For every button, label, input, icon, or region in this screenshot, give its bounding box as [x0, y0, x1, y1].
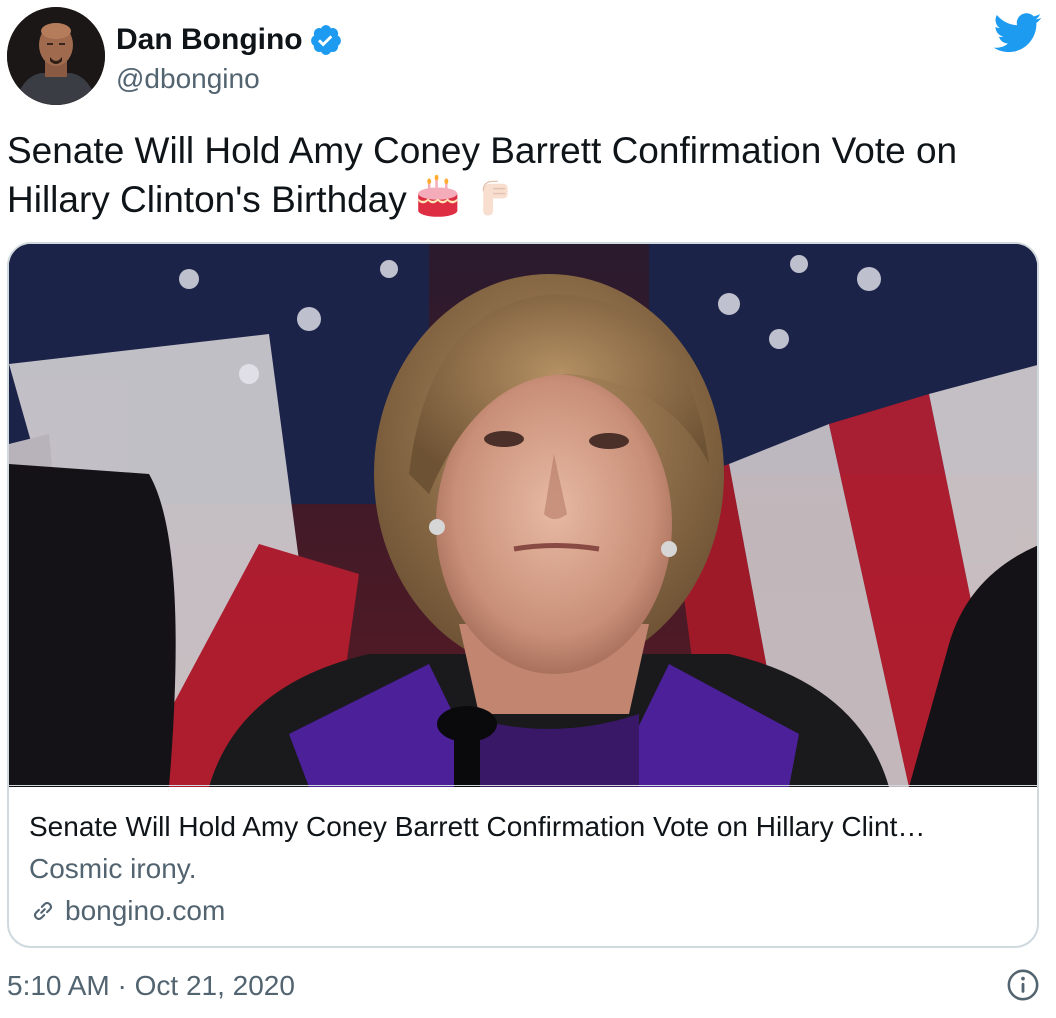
avatar[interactable]	[7, 7, 105, 105]
display-name-row[interactable]: Dan Bongino	[116, 22, 343, 58]
pointing-down-icon	[482, 180, 508, 216]
tweet-time[interactable]: 5:10 AM	[7, 970, 110, 1001]
info-icon[interactable]	[1006, 968, 1040, 1002]
verified-badge-icon	[310, 25, 341, 55]
link-icon	[33, 901, 53, 921]
twitter-bird-icon[interactable]	[994, 12, 1042, 52]
author-info: Dan Bongino @dbongino	[116, 22, 343, 96]
tweet-date[interactable]: Oct 21, 2020	[135, 970, 295, 1001]
tweet-text: Senate Will Hold Amy Coney Barrett Confi…	[7, 128, 1037, 223]
timestamp-separator: ·	[117, 970, 127, 1001]
card-description: Cosmic irony.	[29, 853, 197, 884]
article-photo[interactable]	[9, 244, 1037, 787]
card-domain[interactable]: bongino.com	[29, 894, 225, 928]
display-name[interactable]: Dan Bongino	[116, 22, 303, 58]
birthday-cake-icon	[418, 174, 458, 217]
card-domain-text[interactable]: bongino.com	[65, 894, 225, 928]
link-card[interactable]: Senate Will Hold Amy Coney Barrett Confi…	[7, 242, 1039, 948]
timestamp[interactable]: 5:10 AM · Oct 21, 2020	[7, 968, 295, 1004]
card-divider	[9, 785, 1037, 786]
tweet-embed: Dan Bongino @dbongino Senate Will Hold A…	[0, 0, 1056, 1018]
card-title[interactable]: Senate Will Hold Amy Coney Barrett Confi…	[29, 810, 1019, 844]
handle[interactable]: @dbongino	[116, 62, 343, 96]
